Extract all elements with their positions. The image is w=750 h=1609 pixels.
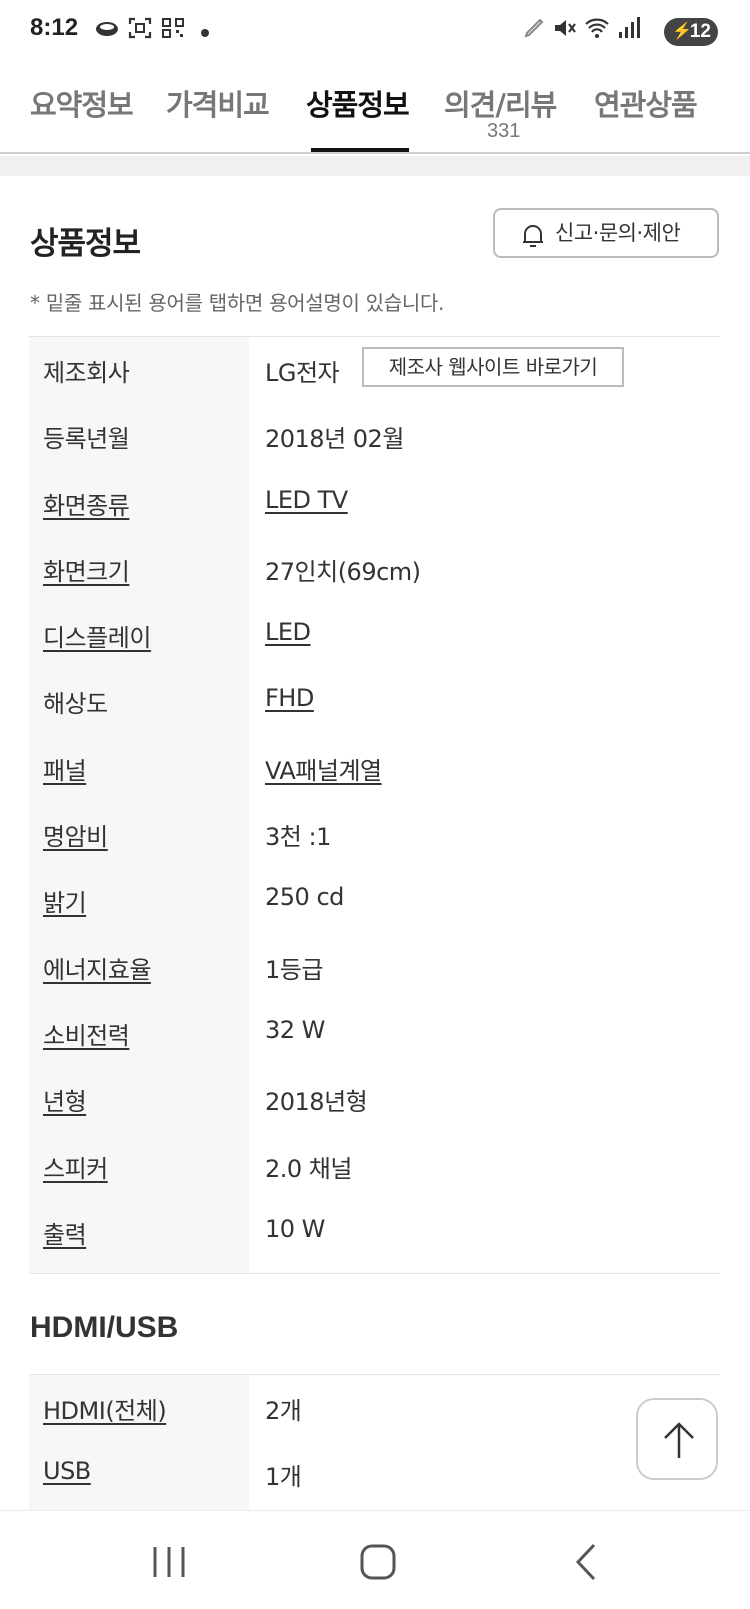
spec-value: LG전자 (265, 359, 340, 387)
spec-value: 250 cd (265, 883, 344, 912)
spec-row: HDMI(전체) 2개 (29, 1375, 720, 1441)
tab-summary[interactable]: 요약정보 (30, 82, 134, 124)
spec-label-link[interactable]: 명암비 (43, 817, 108, 852)
spec-value: 2.0 채널 (265, 1154, 352, 1183)
spec-label-link[interactable]: 밝기 (43, 883, 87, 918)
spec-row: 디스플레이 LED (29, 602, 720, 668)
spec-value-link[interactable]: VA패널계열 (265, 751, 382, 786)
hdmi-usb-table: HDMI(전체) 2개 USB 1개 (29, 1374, 720, 1514)
spec-label-link[interactable]: 출력 (43, 1215, 87, 1250)
tab-price-compare[interactable]: 가격비교 (166, 82, 270, 124)
spec-value: 10 W (265, 1214, 325, 1243)
spec-label-link[interactable]: 에너지효율 (43, 950, 151, 985)
report-button[interactable]: 신고·문의·제안 (493, 208, 719, 258)
review-count: 331 (487, 120, 521, 142)
spec-value: 3천 :1 (265, 823, 331, 852)
cloud-icon (96, 22, 118, 36)
spec-value: 32 W (265, 1015, 325, 1044)
manufacturer-site-button[interactable]: 제조사 웹사이트 바로가기 (362, 347, 624, 387)
spec-label-link[interactable]: 년형 (43, 1082, 87, 1117)
arrow-up-icon (664, 1422, 694, 1458)
bell-icon (523, 225, 543, 247)
tab-reviews[interactable]: 의견/리뷰 (444, 82, 557, 124)
active-tab-indicator (311, 148, 409, 152)
mute-icon (555, 20, 576, 36)
spec-row: 제조회사 LG전자 제조사 웹사이트 바로가기 (29, 337, 720, 403)
signal-icon (619, 17, 640, 38)
status-bar: 8:12 ⚡ 12 (0, 0, 750, 52)
spec-label: 제조회사 (43, 359, 130, 387)
spec-table: 제조회사 LG전자 제조사 웹사이트 바로가기 등록년월 2018년 02월 화… (29, 336, 720, 1274)
spec-label-link[interactable]: 스피커 (43, 1149, 108, 1184)
spec-row: USB 1개 (29, 1441, 720, 1507)
spec-label-link[interactable]: 화면크기 (43, 552, 130, 587)
battery-icon: ⚡ 12 (664, 18, 718, 46)
home-icon[interactable] (354, 1541, 402, 1583)
spec-row: 밝기 250 cd (29, 867, 720, 933)
spec-value-link[interactable]: LED (265, 618, 311, 646)
tab-related[interactable]: 연관상품 (594, 82, 698, 124)
section-divider (0, 156, 750, 176)
spec-label-link[interactable]: HDMI(전체) (43, 1391, 167, 1426)
hdmi-usb-title: HDMI/USB (30, 1311, 179, 1344)
tab-product-info[interactable]: 상품정보 (306, 82, 410, 124)
back-icon[interactable] (564, 1541, 612, 1583)
battery-level: 12 (689, 21, 711, 42)
spec-value-link[interactable]: LED TV (265, 486, 348, 514)
spec-label-link[interactable]: 화면종류 (43, 486, 130, 521)
spec-value: 27인치(69cm) (265, 557, 421, 586)
screenshot-icon (128, 17, 152, 39)
spec-row: 화면크기 27인치(69cm) (29, 536, 720, 602)
spec-row: 명암비 3천 :1 (29, 801, 720, 867)
spec-row: 스피커 2.0 채널 (29, 1133, 720, 1199)
spec-label-link[interactable]: 패널 (43, 751, 87, 786)
edit-icon (524, 18, 544, 38)
notification-dot (201, 29, 209, 37)
spec-label: 해상도 (43, 690, 108, 719)
spec-row: 해상도 FHD (29, 668, 720, 734)
wifi-icon (585, 18, 609, 38)
spec-value: 2018년 02월 (265, 425, 404, 454)
section-title: 상품정보 (30, 226, 141, 262)
spec-value: 1개 (265, 1463, 302, 1492)
recent-apps-icon[interactable] (145, 1541, 193, 1583)
system-nav-bar (0, 1510, 750, 1609)
spec-row: 등록년월 2018년 02월 (29, 403, 720, 469)
spec-value: 2개 (265, 1397, 302, 1425)
tab-bar: 요약정보 가격비교 상품정보 의견/리뷰 331 연관상품 (0, 52, 750, 154)
spec-value-link[interactable]: FHD (265, 684, 314, 712)
spec-row: 소비전력 32 W (29, 1000, 720, 1066)
spec-label: 등록년월 (43, 425, 130, 454)
spec-row: 에너지효율 1등급 (29, 934, 720, 1000)
spec-row: 출력 10 W (29, 1199, 720, 1265)
report-button-label: 신고·문의·제안 (555, 221, 681, 245)
status-time: 8:12 (30, 14, 79, 41)
spec-row: 년형 2018년형 (29, 1066, 720, 1132)
spec-label-link[interactable]: 소비전력 (43, 1016, 130, 1051)
scroll-top-button[interactable] (636, 1398, 718, 1480)
spec-row: 패널 VA패널계열 (29, 735, 720, 801)
spec-value: 1등급 (265, 955, 323, 984)
qr-icon (162, 18, 184, 38)
spec-value: 2018년형 (265, 1088, 368, 1117)
spec-label-link[interactable]: USB (43, 1457, 91, 1485)
glossary-note: * 밑줄 표시된 용어를 탭하면 용어설명이 있습니다. (30, 291, 445, 315)
spec-label-link[interactable]: 디스플레이 (43, 618, 151, 653)
spec-row: 화면종류 LED TV (29, 470, 720, 536)
